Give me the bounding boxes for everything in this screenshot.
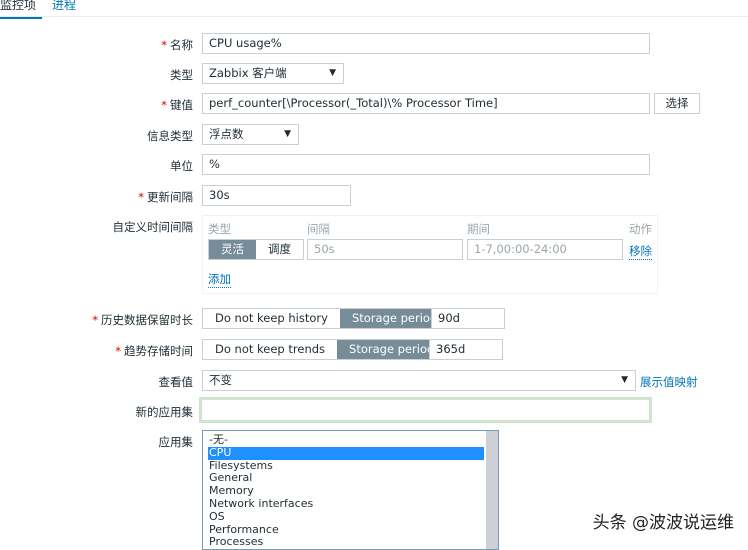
app-option[interactable]: Network interfaces bbox=[208, 497, 484, 511]
col-period: 期间 bbox=[467, 222, 490, 236]
type-label: 类型 bbox=[170, 68, 193, 82]
tab-items[interactable]: 监控项 bbox=[0, 0, 43, 19]
app-option[interactable]: -无- bbox=[208, 433, 484, 447]
mode-scheduling[interactable]: 调度 bbox=[256, 240, 303, 259]
show-value-label: 查看值 bbox=[158, 375, 194, 389]
tab-process[interactable]: 进程 bbox=[52, 0, 76, 13]
trends-input[interactable]: 365d bbox=[429, 339, 503, 360]
unit-label: 单位 bbox=[170, 159, 193, 173]
info-type-select[interactable]: 浮点数 bbox=[202, 124, 299, 145]
col-action: 动作 bbox=[629, 222, 652, 236]
tab-bar: 监控项 进程 bbox=[0, 0, 748, 19]
name-input[interactable]: CPU usage% bbox=[202, 33, 650, 54]
value-mapping-link[interactable]: 展示值映射 bbox=[640, 374, 698, 390]
custom-interval-input[interactable]: 50s bbox=[307, 239, 463, 260]
key-input[interactable]: perf_counter[\Processor(_Total)\% Proces… bbox=[202, 93, 650, 114]
col-interval: 间隔 bbox=[307, 222, 330, 236]
key-label: * 键值 bbox=[161, 98, 193, 112]
col-type: 类型 bbox=[208, 222, 231, 236]
app-option[interactable]: Processes bbox=[208, 536, 484, 549]
new-app-label: 新的应用集 bbox=[135, 405, 194, 419]
update-label: * 更新间隔 bbox=[138, 190, 193, 204]
interval-mode-toggle: 灵活 调度 bbox=[208, 239, 304, 260]
history-toggle: Do not keep history Storage period bbox=[202, 308, 451, 329]
remove-link[interactable]: 移除 bbox=[629, 243, 652, 260]
add-link[interactable]: 添加 bbox=[208, 271, 231, 288]
apps-listbox[interactable]: -无- CPU Filesystems General Memory Netwo… bbox=[202, 430, 499, 550]
info-type-label: 信息类型 bbox=[147, 129, 193, 143]
name-label: * 名称 bbox=[161, 38, 193, 52]
custom-period-input[interactable]: 1-7,00:00-24:00 bbox=[467, 239, 623, 260]
new-app-input[interactable] bbox=[199, 397, 652, 423]
update-interval-input[interactable]: 30s bbox=[202, 185, 351, 206]
type-select[interactable]: Zabbix 客户端 bbox=[202, 63, 344, 84]
select-key-button[interactable]: 选择 bbox=[654, 93, 700, 114]
custom-interval-box: 类型 间隔 期间 动作 灵活 调度 50s 1-7,00:00-24:00 移除… bbox=[202, 215, 658, 294]
custom-interval-label: 自定义时间间隔 bbox=[112, 220, 194, 234]
history-input[interactable]: 90d bbox=[431, 308, 505, 329]
listbox-scrollbar[interactable] bbox=[486, 431, 498, 549]
history-label: * 历史数据保留时长 bbox=[92, 313, 193, 327]
trends-label: * 趋势存储时间 bbox=[115, 344, 193, 358]
no-trends-option[interactable]: Do not keep trends bbox=[203, 340, 337, 359]
show-value-select[interactable]: 不变 bbox=[202, 370, 636, 391]
watermark: 头条 @波波说运维 bbox=[592, 513, 734, 533]
apps-label: 应用集 bbox=[158, 435, 194, 449]
app-option[interactable]: OS bbox=[208, 510, 484, 524]
unit-input[interactable]: % bbox=[202, 154, 650, 175]
trends-toggle: Do not keep trends Storage period bbox=[202, 339, 448, 360]
mode-flexible[interactable]: 灵活 bbox=[209, 240, 256, 259]
no-history-option[interactable]: Do not keep history bbox=[203, 309, 340, 328]
app-option-selected[interactable]: CPU bbox=[208, 446, 484, 460]
